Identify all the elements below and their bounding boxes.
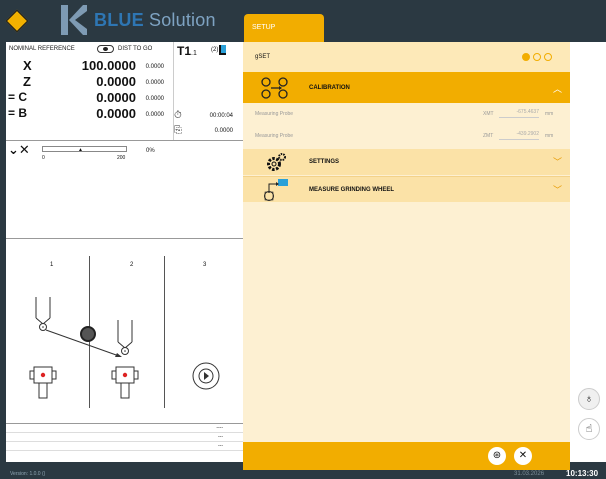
close-icon[interactable]: ✕ [514,447,532,465]
counter-icon: ⎘ [174,125,182,136]
axis-b-value: 0.0000 [96,106,136,121]
measure-wheel-section-header[interactable]: MEASURE GRINDING WHEEL ﹀ [243,176,570,202]
axis-c-dtg: 0.0000 [145,96,164,102]
settings-label: SETTINGS [309,159,340,165]
counter-value: 0.0000 [214,128,233,134]
gear-icon [267,153,286,171]
divider [6,238,243,239]
probe-row-zmt: Measuring Probe ZMT -439.2902 mm [255,131,554,140]
time-label: 10:13:30 [566,469,599,478]
axis-b-dtg: 0.0000 [145,112,164,118]
status-row: --- [6,433,243,442]
brand-name: BLUE Solution [94,10,216,30]
action-bar: ⊛ ✕ [243,442,570,470]
calibration-label: CALIBRATION [309,85,350,91]
page-dot[interactable] [533,53,541,61]
override-percent: 0% [146,148,155,154]
clock-icon: ⏱ [174,110,182,121]
gset-title: gSET [255,54,271,60]
hand-pointer-icon[interactable]: ☝ [578,418,600,440]
divider [6,140,243,141]
axis-panel: NOMINAL REFERENCE DIST TO GO X 100.0000 … [6,42,243,462]
grinding-wheel-icon [264,179,288,201]
zmt-input[interactable]: -439.2902 [499,131,539,140]
xmt-input[interactable]: -675.4637 [499,109,539,118]
axis-b-name: = B [8,106,28,120]
chevron-down-icon[interactable]: ﹀ [553,155,562,168]
axis-header: NOMINAL REFERENCE DIST TO GO [6,42,173,56]
status-footer: Version: 1.0.0 () 31.03.2026 10:13:30 [0,469,606,479]
axis-x-dtg: 0.0000 [145,64,164,70]
feed-override-icon: ⌄✕ [8,142,30,157]
axis-z-dtg: 0.0000 [145,80,164,86]
apply-icon[interactable]: ⊛ [488,447,506,465]
status-row: --- [6,442,243,451]
axis-z-name: Z [23,74,31,89]
override-slider[interactable] [42,146,127,152]
chevron-up-icon[interactable]: ︿ [553,82,562,95]
position-label-1: 1 [50,262,54,268]
status-row: ---- [6,424,243,433]
page-dot-active[interactable] [522,53,530,61]
axis-x-value: 100.0000 [81,58,136,73]
page-dot[interactable] [544,53,552,61]
k-logo-icon [61,5,87,35]
dist-to-go-toggle[interactable] [97,45,114,53]
date-label: 31.03.2026 [514,471,545,477]
settings-section-header[interactable]: SETTINGS ﹀ [243,149,570,175]
chevron-down-icon[interactable]: ﹀ [553,183,562,196]
nominal-reference-label: NOMINAL REFERENCE [9,46,75,52]
tool-name: T1.1 [177,44,197,58]
tool-icon [219,45,226,55]
setup-panel: gSET CALIBRATION ︿ Measuring Probe XMT -… [243,42,570,470]
axis-c-name: = C [8,90,28,104]
tool-count: (2) [211,47,219,53]
slider-thumb[interactable]: ▲ [78,147,83,153]
axis-z-value: 0.0000 [96,74,136,89]
position-diagram [29,297,220,399]
axis-c-value: 0.0000 [96,90,136,105]
calibration-section-header[interactable]: CALIBRATION ︿ [243,72,570,103]
side-toolbar: ♁ ☝ [570,42,606,462]
gset-header: gSET [243,42,570,72]
probe-row-xmt: Measuring Probe XMT -675.4637 mm [255,109,554,118]
version-label: Version: 1.0.0 () [10,471,46,477]
position-label-3: 3 [203,262,207,268]
slider-max: 200 [117,155,126,161]
measure-wheel-label: MEASURE GRINDING WHEEL [309,187,395,193]
calibration-icon [261,77,288,99]
lightbulb-icon[interactable]: ♁ [578,388,600,410]
position-label-2: 2 [130,262,134,268]
cycle-time: 00:00:04 [209,113,233,119]
slider-min: 0 [42,155,45,161]
axis-x-name: X [23,58,32,73]
dist-to-go-label: DIST TO GO [118,46,153,52]
tab-setup[interactable]: SETUP [244,14,324,42]
